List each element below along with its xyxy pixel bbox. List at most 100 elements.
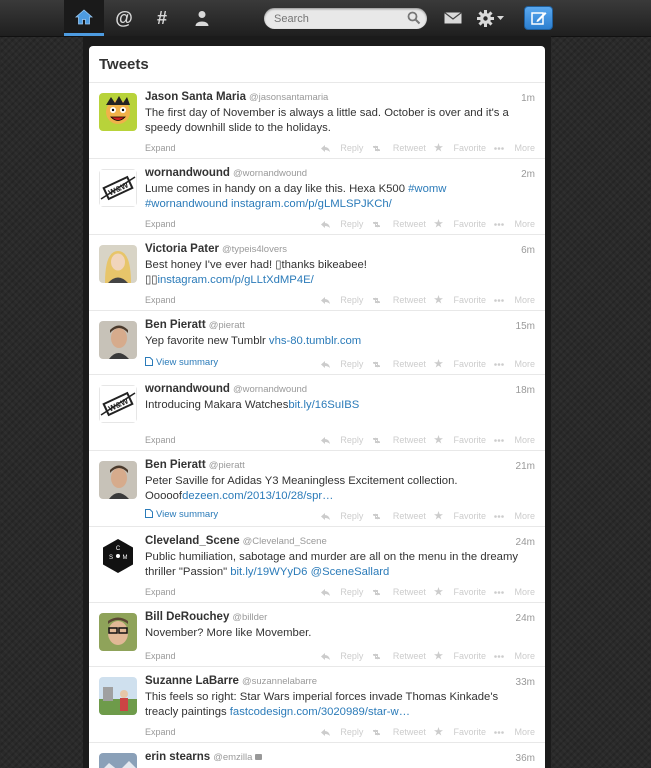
- avatar[interactable]: [99, 461, 137, 499]
- search-icon[interactable]: [407, 11, 421, 25]
- favorite-action[interactable]: Favorite: [433, 587, 486, 597]
- avatar[interactable]: CS M: [99, 537, 137, 575]
- view-summary-link[interactable]: View summary: [145, 357, 218, 368]
- avatar[interactable]: [99, 245, 137, 283]
- tweet-item[interactable]: erin stearns @emzilla 36m: [89, 743, 545, 768]
- author-handle[interactable]: @suzannelabarre: [242, 676, 317, 687]
- retweet-action[interactable]: Retweet: [371, 359, 426, 369]
- avatar[interactable]: [99, 613, 137, 651]
- tweet-item[interactable]: Jason Santa Maria @jasonsantamaria 1m The f…: [89, 83, 545, 159]
- tweet-timestamp[interactable]: 36m: [516, 753, 535, 764]
- retweet-action[interactable]: Retweet: [371, 143, 426, 153]
- reply-action[interactable]: Reply: [320, 295, 363, 305]
- tweet-timestamp[interactable]: 18m: [516, 385, 535, 396]
- tweet-timestamp[interactable]: 2m: [521, 169, 535, 180]
- favorite-action[interactable]: Favorite: [433, 143, 486, 153]
- author-handle[interactable]: @billder: [232, 612, 267, 623]
- retweet-action[interactable]: Retweet: [371, 651, 426, 661]
- reply-action[interactable]: Reply: [320, 359, 363, 369]
- favorite-action[interactable]: Favorite: [433, 435, 486, 445]
- author-name[interactable]: Ben Pieratt: [145, 319, 206, 331]
- tweet-item[interactable]: Bill DeRouchey @billder 24m November? More …: [89, 603, 545, 667]
- reply-action[interactable]: Reply: [320, 219, 363, 229]
- more-action[interactable]: More: [494, 295, 535, 305]
- tweet-link[interactable]: vhs-80.tumblr.com: [269, 335, 361, 347]
- more-action[interactable]: More: [494, 435, 535, 445]
- author-name[interactable]: Victoria Pater: [145, 243, 219, 255]
- author-handle[interactable]: @emzilla: [213, 752, 252, 763]
- author-handle[interactable]: @Cleveland_Scene: [243, 536, 327, 547]
- author-name[interactable]: Bill DeRouchey: [145, 611, 229, 623]
- favorite-action[interactable]: Favorite: [433, 359, 486, 369]
- expand-link[interactable]: Expand: [145, 727, 176, 737]
- favorite-action[interactable]: Favorite: [433, 651, 486, 661]
- avatar[interactable]: W&W: [99, 169, 137, 207]
- favorite-action[interactable]: Favorite: [433, 295, 486, 305]
- retweet-action[interactable]: Retweet: [371, 511, 426, 521]
- tweet-timestamp[interactable]: 24m: [516, 613, 535, 624]
- author-handle[interactable]: @pieratt: [209, 320, 245, 331]
- tweet-timestamp[interactable]: 1m: [521, 93, 535, 104]
- tweet-item[interactable]: W&W wornandwound @wornandwound 18m Introduci…: [89, 375, 545, 451]
- tweet-timestamp[interactable]: 24m: [516, 537, 535, 548]
- tweet-item[interactable]: Suzanne LaBarre @suzannelabarre 33m This fe…: [89, 667, 545, 743]
- tweet-link[interactable]: bit.ly/19WYyD6 @SceneSallard: [230, 566, 389, 578]
- reply-action[interactable]: Reply: [320, 727, 363, 737]
- connect-button[interactable]: @: [104, 0, 144, 36]
- tweet-timestamp[interactable]: 21m: [516, 461, 535, 472]
- reply-action[interactable]: Reply: [320, 587, 363, 597]
- reply-action[interactable]: Reply: [320, 511, 363, 521]
- favorite-action[interactable]: Favorite: [433, 511, 486, 521]
- discover-button[interactable]: #: [142, 0, 182, 36]
- more-action[interactable]: More: [494, 359, 535, 369]
- author-name[interactable]: Cleveland_Scene: [145, 535, 240, 547]
- more-action[interactable]: More: [494, 727, 535, 737]
- author-name[interactable]: Jason Santa Maria: [145, 91, 246, 103]
- favorite-action[interactable]: Favorite: [433, 219, 486, 229]
- author-handle[interactable]: @pieratt: [209, 460, 245, 471]
- favorite-action[interactable]: Favorite: [433, 727, 486, 737]
- more-action[interactable]: More: [494, 651, 535, 661]
- more-action[interactable]: More: [494, 511, 535, 521]
- expand-link[interactable]: Expand: [145, 219, 176, 229]
- settings-menu-button[interactable]: [472, 0, 508, 36]
- view-summary-link[interactable]: View summary: [145, 509, 218, 520]
- more-action[interactable]: More: [494, 587, 535, 597]
- more-action[interactable]: More: [494, 143, 535, 153]
- avatar[interactable]: [99, 677, 137, 715]
- author-handle[interactable]: @jasonsantamaria: [249, 92, 328, 103]
- tweet-timestamp[interactable]: 15m: [516, 321, 535, 332]
- reply-action[interactable]: Reply: [320, 143, 363, 153]
- expand-link[interactable]: Expand: [145, 587, 176, 597]
- retweet-action[interactable]: Retweet: [371, 435, 426, 445]
- tweet-link[interactable]: bit.ly/16SuIBS: [288, 399, 359, 411]
- search-input[interactable]: [264, 8, 404, 29]
- tweet-timestamp[interactable]: 6m: [521, 245, 535, 256]
- tweet-item[interactable]: Ben Pieratt @pieratt 15m Yep favorite new T…: [89, 311, 545, 375]
- expand-link[interactable]: Expand: [145, 143, 176, 153]
- author-name[interactable]: wornandwound: [145, 167, 230, 179]
- tweet-timestamp[interactable]: 33m: [516, 677, 535, 688]
- avatar[interactable]: W&W: [99, 385, 137, 423]
- author-handle[interactable]: @typeis4lovers: [222, 244, 287, 255]
- author-handle[interactable]: @wornandwound: [233, 168, 307, 179]
- tweet-item[interactable]: W&W wornandwound @wornandwound 2m Lume comes…: [89, 159, 545, 235]
- tweet-item[interactable]: Ben Pieratt @pieratt 21m Peter Saville for …: [89, 451, 545, 527]
- direct-messages-button[interactable]: [433, 0, 473, 36]
- me-button[interactable]: [182, 0, 222, 36]
- tweet-item[interactable]: C S M Cleveland_Scene @Cleveland_Scene 24m Pub…: [89, 527, 545, 603]
- expand-link[interactable]: Expand: [145, 651, 176, 661]
- expand-link[interactable]: Expand: [145, 295, 176, 305]
- tweet-link[interactable]: dezeen.com/2013/10/28/spr…: [182, 490, 333, 502]
- tweet-link[interactable]: fastcodesign.com/3020989/star-w…: [230, 706, 410, 718]
- author-name[interactable]: Suzanne LaBarre: [145, 675, 239, 687]
- retweet-action[interactable]: Retweet: [371, 727, 426, 737]
- author-name[interactable]: wornandwound: [145, 383, 230, 395]
- retweet-action[interactable]: Retweet: [371, 295, 426, 305]
- avatar[interactable]: [99, 93, 137, 131]
- expand-link[interactable]: Expand: [145, 435, 176, 445]
- avatar[interactable]: [99, 321, 137, 359]
- tweet-item[interactable]: Victoria Pater @typeis4lovers 6m Best honey…: [89, 235, 545, 311]
- retweet-action[interactable]: Retweet: [371, 587, 426, 597]
- author-handle[interactable]: @wornandwound: [233, 384, 307, 395]
